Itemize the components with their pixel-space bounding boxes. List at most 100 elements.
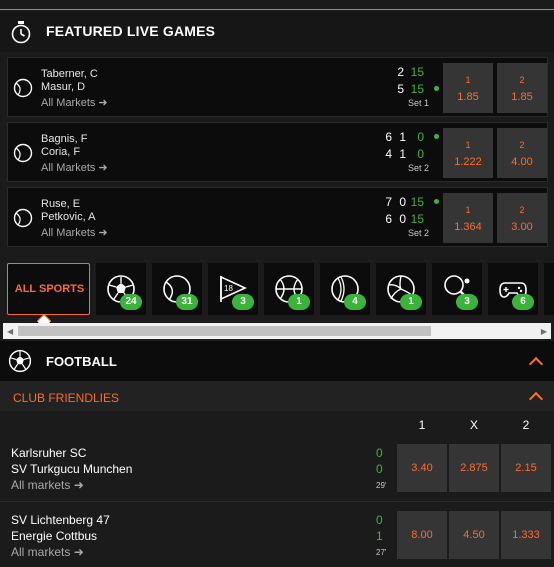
all-markets-link[interactable]: All Markets ➜ (41, 161, 108, 174)
odds-button[interactable]: 2 1.85 (497, 63, 547, 113)
league-title: CLUB FRIENDLIES (13, 391, 120, 405)
away-score: 1 (376, 529, 383, 543)
golf-hole-number: 18 (224, 284, 233, 293)
odds-button-away[interactable]: 1.333 (501, 511, 551, 559)
football-section-header[interactable]: FOOTBALL (0, 341, 554, 381)
column-header-draw: X (469, 418, 478, 432)
count-badge: 6 (512, 294, 534, 310)
all-sports-tab[interactable]: ALL SPORTS (7, 263, 90, 315)
horizontal-scrollbar[interactable]: ◀ ▶ (3, 323, 551, 339)
home-team: Karlsruher SC (11, 446, 87, 460)
player-1-name: Ruse, E (41, 198, 81, 210)
count-badge: 4 (344, 294, 366, 310)
tennis-ball-icon (13, 78, 33, 98)
all-markets-link[interactable]: All Markets ➜ (41, 96, 108, 109)
featured-game-card[interactable]: Ruse, E Petkovic, A All Markets ➜ 7 0 15 … (7, 187, 548, 247)
sport-tile-football[interactable]: 24 (96, 263, 146, 315)
player-1-name: Bagnis, F (41, 133, 88, 145)
odds-button[interactable]: 1 1.364 (443, 193, 493, 243)
tennis-ball-icon (13, 208, 33, 228)
featured-game-card[interactable]: Bagnis, F Coria, F All Markets ➜ 6 1 0 4 … (7, 122, 548, 182)
sport-tile-volleyball[interactable]: 1 (376, 263, 426, 315)
odds-button[interactable]: 1 1.222 (443, 128, 493, 178)
arrow-right-icon: ➜ (73, 478, 84, 492)
point-score: 15 (410, 82, 424, 96)
column-header-away: 2 (522, 418, 530, 432)
serve-indicator (434, 86, 439, 91)
odds-button[interactable]: 2 4.00 (497, 128, 547, 178)
odds-button-home[interactable]: 8.00 (397, 511, 447, 559)
point-score: 15 (410, 212, 424, 226)
featured-live-header: FEATURED LIVE GAMES (0, 12, 554, 52)
set-score: 0 (399, 195, 406, 209)
sport-tile-esports[interactable]: 6 (488, 263, 538, 315)
player-1-name: Taberner, C (41, 68, 98, 80)
player-2-name: Petkovic, A (41, 211, 96, 223)
set-score: 0 (399, 212, 406, 226)
row-divider (0, 501, 554, 502)
sport-tile-tennis[interactable]: 31 (152, 263, 202, 315)
football-title: FOOTBALL (46, 354, 117, 369)
point-score: 0 (417, 147, 424, 161)
column-header-home: 1 (418, 418, 426, 432)
chevron-up-icon[interactable] (528, 391, 544, 407)
sport-tile-partial[interactable] (544, 263, 554, 315)
set-score: 6 (385, 130, 392, 144)
top-accent-line (0, 9, 554, 10)
away-team: SV Turkgucu Munchen (11, 462, 133, 476)
sports-nav: ALL SPORTS 24 31 18 3 1 4 1 3 6 (0, 258, 554, 320)
odds-button[interactable]: 1 1.85 (443, 63, 493, 113)
set-label: Set 2 (407, 228, 429, 238)
set-score: 6 (385, 212, 392, 226)
arrow-right-icon: ➜ (73, 545, 84, 559)
scroll-left-icon[interactable]: ◀ (7, 327, 13, 336)
serve-indicator (434, 199, 439, 204)
set-label: Set 1 (407, 98, 429, 108)
set-score: 1 (399, 130, 406, 144)
count-badge: 1 (288, 294, 310, 310)
sport-tile-basketball[interactable]: 1 (264, 263, 314, 315)
sport-tile-golf[interactable]: 18 3 (208, 263, 258, 315)
odds-button-draw[interactable]: 2.875 (449, 444, 499, 492)
set-score: 2 (397, 65, 404, 79)
set-label: Set 2 (407, 163, 429, 173)
featured-game-card[interactable]: Taberner, C Masur, D All Markets ➜ 2 15 5… (7, 57, 548, 117)
sport-tile-table-tennis[interactable]: 3 (432, 263, 482, 315)
match-row[interactable]: Karlsruher SC SV Turkgucu Munchen All ma… (0, 441, 554, 503)
soccer-ball-icon (8, 349, 32, 373)
point-score: 15 (410, 65, 424, 79)
set-score: 5 (397, 82, 404, 96)
player-2-name: Coria, F (41, 146, 81, 158)
home-score: 0 (376, 446, 383, 460)
point-score: 15 (410, 195, 424, 209)
all-markets-link[interactable]: All Markets ➜ (41, 226, 108, 239)
count-badge: 31 (176, 294, 198, 310)
chevron-up-icon[interactable] (528, 356, 544, 372)
count-badge: 3 (232, 294, 254, 310)
count-badge: 3 (456, 294, 478, 310)
away-team: Energie Cottbus (11, 529, 98, 543)
tennis-ball-icon (13, 143, 33, 163)
odds-button[interactable]: 2 3.00 (497, 193, 547, 243)
point-score: 0 (417, 130, 424, 144)
all-markets-link[interactable]: All markets ➜ (11, 478, 84, 492)
set-score: 7 (385, 195, 392, 209)
count-badge: 24 (120, 294, 142, 310)
sport-tile-cricket[interactable]: 4 (320, 263, 370, 315)
match-row[interactable]: SV Lichtenberg 47 Energie Cottbus All ma… (0, 508, 554, 567)
arrow-right-icon: ➜ (98, 97, 108, 109)
scroll-right-icon[interactable]: ▶ (541, 327, 547, 336)
arrow-right-icon: ➜ (98, 227, 108, 239)
serve-indicator (434, 134, 439, 139)
set-score: 4 (385, 147, 392, 161)
arrow-right-icon: ➜ (98, 162, 108, 174)
player-2-name: Masur, D (41, 81, 86, 93)
odds-button-away[interactable]: 2.15 (501, 444, 551, 492)
odds-button-draw[interactable]: 4.50 (449, 511, 499, 559)
odds-button-home[interactable]: 3.40 (397, 444, 447, 492)
league-header[interactable]: CLUB FRIENDLIES (0, 381, 554, 411)
away-score: 0 (376, 462, 383, 476)
home-score: 0 (376, 513, 383, 527)
all-markets-link[interactable]: All markets ➜ (11, 545, 84, 559)
scrollbar-thumb[interactable] (18, 326, 431, 336)
